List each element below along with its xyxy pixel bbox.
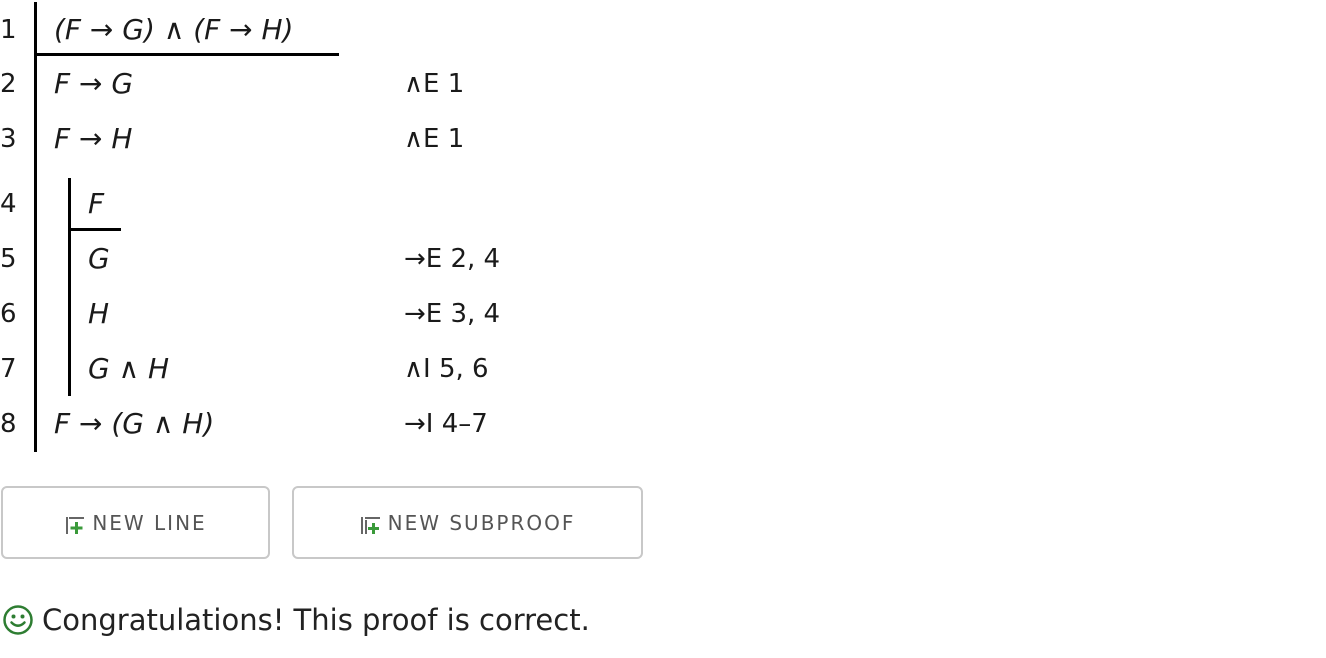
line-number: 8: [0, 409, 17, 439]
smiley-icon: [3, 605, 33, 635]
line-number: 3: [0, 124, 17, 154]
premise-bar: [34, 53, 339, 56]
formula[interactable]: F: [88, 189, 104, 219]
subproof-scope-bar: [68, 178, 71, 396]
justification[interactable]: ∧I 5, 6: [404, 354, 489, 384]
assumption-bar: [68, 228, 121, 231]
line-number: 6: [0, 299, 17, 329]
line-number: 4: [0, 189, 17, 219]
status-text: Congratulations! This proof is correct.: [42, 603, 590, 637]
justification[interactable]: →E 2, 4: [404, 244, 500, 274]
justification[interactable]: ∧E 1: [404, 69, 464, 99]
justification[interactable]: →I 4–7: [404, 409, 488, 439]
justification[interactable]: ∧E 1: [404, 124, 464, 154]
line-number: 1: [0, 15, 17, 45]
formula[interactable]: F → H: [54, 124, 132, 154]
formula[interactable]: F → (G ∧ H): [54, 409, 214, 439]
new-line-label: NEW LINE: [92, 510, 207, 535]
add-line-icon: [66, 516, 85, 534]
formula[interactable]: F → G: [54, 69, 133, 99]
proof-area: 1 (F → G) ∧ (F → H) 2 F → G ∧E 1 3 F → H…: [0, 0, 700, 460]
formula[interactable]: H: [88, 299, 109, 329]
line-number: 2: [0, 69, 17, 99]
outer-scope-bar: [34, 2, 37, 452]
formula[interactable]: (F → G) ∧ (F → H): [54, 15, 293, 45]
formula[interactable]: G ∧ H: [88, 354, 169, 384]
line-number: 7: [0, 354, 17, 384]
line-number: 5: [0, 244, 17, 274]
status-message-row: Congratulations! This proof is correct.: [2, 603, 590, 637]
formula[interactable]: G: [88, 244, 110, 274]
new-subproof-label: NEW SUBPROOF: [387, 510, 576, 535]
new-line-button[interactable]: NEW LINE: [1, 486, 270, 559]
new-subproof-button[interactable]: NEW SUBPROOF: [292, 486, 643, 559]
add-subproof-icon: [360, 516, 380, 534]
justification[interactable]: →E 3, 4: [404, 299, 500, 329]
